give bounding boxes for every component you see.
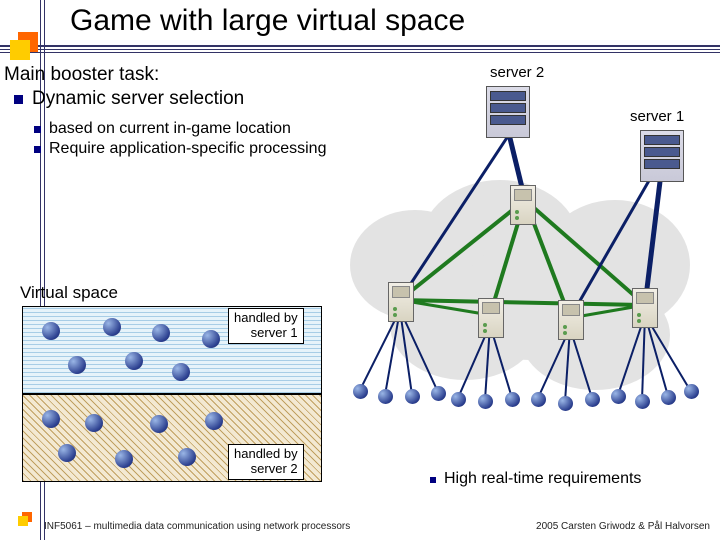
handled-by-2-text: handled byserver 2 [234,446,298,476]
handled-by-1-text: handled byserver 1 [234,310,298,340]
client-node-icon [353,384,368,399]
footer-accent-yellow [18,516,28,526]
slide-title: Game with large virtual space [70,4,465,38]
server-1-icon [640,130,684,182]
accent-square-yellow [10,40,30,60]
footer-right-text: 2005 Carsten Griwodz & Pål Halvorsen [536,521,710,532]
sub-bullet-2-text: Require application-specific processing [49,140,326,158]
slide: Game with large virtual space Main boost… [0,0,720,540]
client-node-icon [661,390,676,405]
proxy-server-icon [558,300,584,340]
proxy-server-icon [632,288,658,328]
proxy-server-icon [510,185,536,225]
main-body: Main booster task: Dynamic server select… [4,64,334,158]
player-dot-icon [115,450,133,468]
realtime-text: High real-time requirements [444,470,641,488]
sub-bullets: based on current in-game location Requir… [4,120,334,158]
footer-left-text: INF5061 – multimedia data communication … [44,521,350,532]
sub-bullet-1: based on current in-game location [4,120,334,138]
client-node-icon [405,389,420,404]
server-2-icon [486,86,530,138]
player-dot-icon [68,356,86,374]
sub-bullet-1-text: based on current in-game location [49,120,291,138]
player-dot-icon [42,322,60,340]
client-node-icon [478,394,493,409]
client-node-icon [451,392,466,407]
player-dot-icon [85,414,103,432]
main-task-intro: Main booster task: [4,64,334,86]
bullet-square-icon [34,126,41,133]
bullet-square-icon [430,477,436,483]
client-node-icon [431,386,446,401]
player-dot-icon [178,448,196,466]
realtime-bullet: High real-time requirements [430,470,641,488]
player-dot-icon [125,352,143,370]
player-dot-icon [103,318,121,336]
player-dot-icon [58,444,76,462]
bullet-square-icon [14,95,23,104]
player-dot-icon [152,324,170,342]
client-node-icon [684,384,699,399]
player-dot-icon [42,410,60,428]
server-2-label: server 2 [490,64,544,81]
bullet-main: Dynamic server selection [4,88,334,110]
client-node-icon [531,392,546,407]
client-node-icon [558,396,573,411]
client-node-icon [635,394,650,409]
proxy-server-icon [478,298,504,338]
client-node-icon [611,389,626,404]
player-dot-icon [172,363,190,381]
client-node-icon [378,389,393,404]
player-dot-icon [202,330,220,348]
sub-bullet-2: Require application-specific processing [4,140,334,158]
bullet-main-text: Dynamic server selection [32,88,244,110]
bullet-square-icon [34,146,41,153]
proxy-server-icon [388,282,414,322]
handled-by-server-2-box: handled byserver 2 [228,444,304,480]
client-node-icon [585,392,600,407]
handled-by-server-1-box: handled byserver 1 [228,308,304,344]
player-dot-icon [205,412,223,430]
virtual-space-label: Virtual space [20,283,118,303]
player-dot-icon [150,415,168,433]
client-node-icon [505,392,520,407]
